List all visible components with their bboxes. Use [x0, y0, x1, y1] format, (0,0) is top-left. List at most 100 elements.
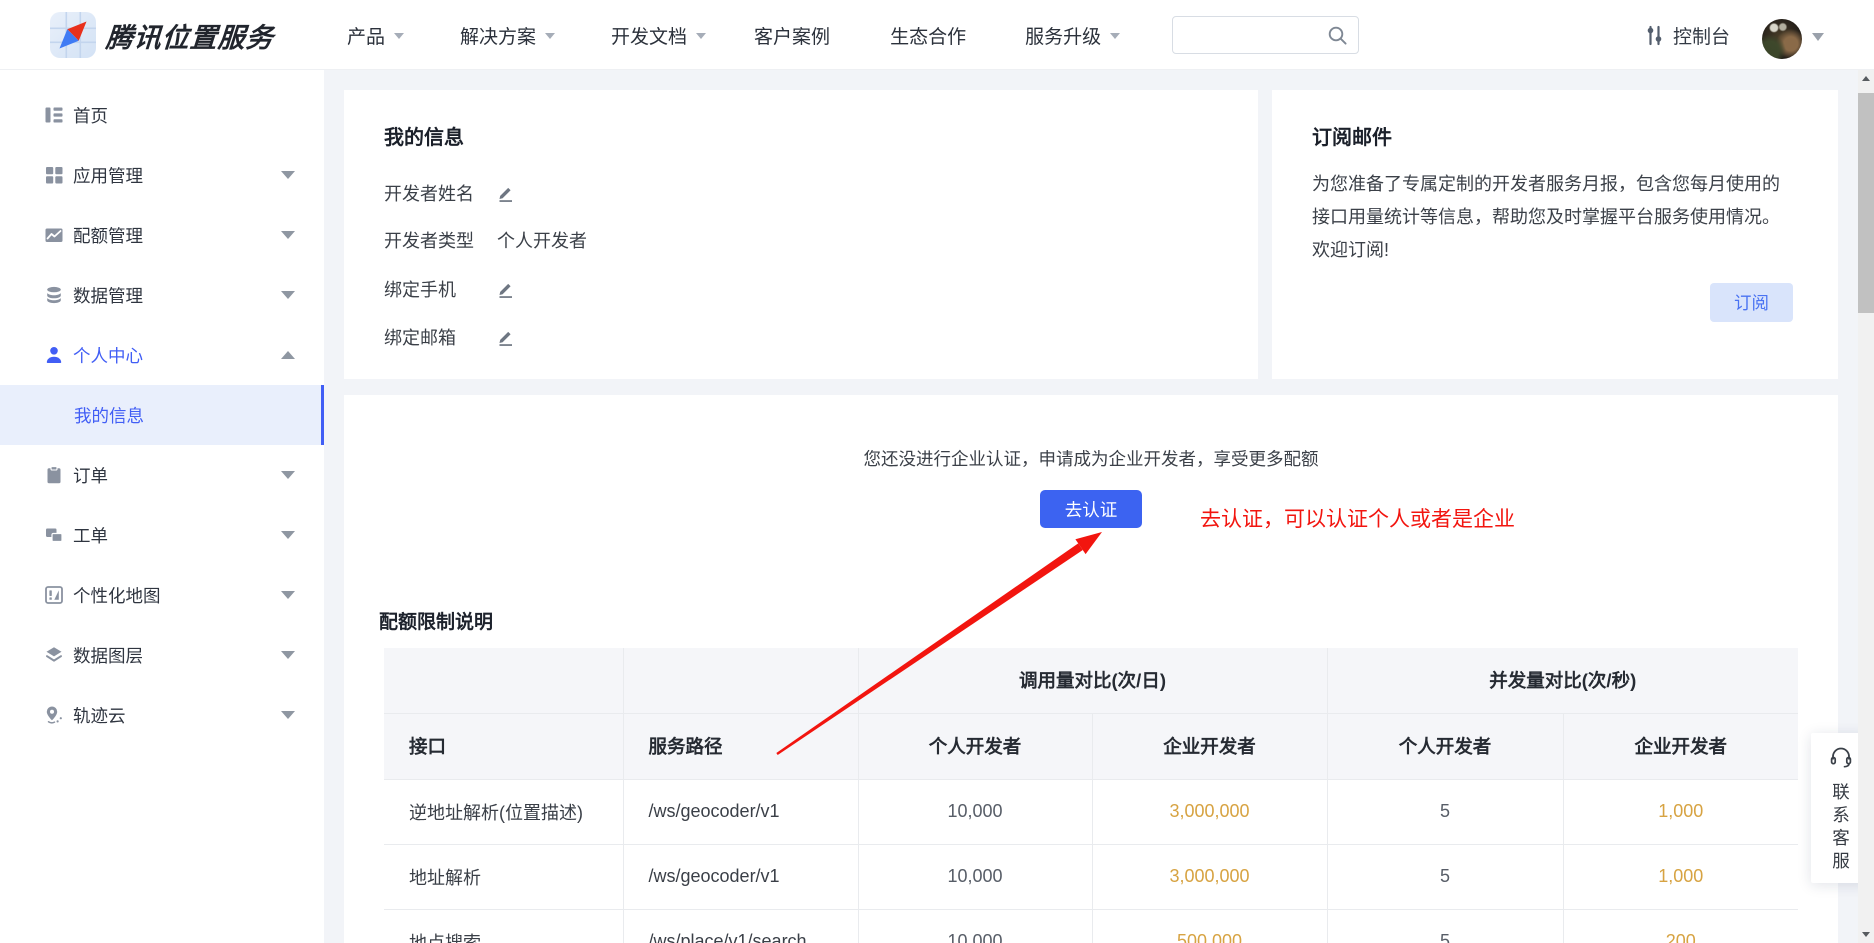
edit-pencil-icon[interactable]: [497, 184, 516, 203]
search-input[interactable]: [1183, 17, 1323, 53]
sidebar-item-app-management[interactable]: 应用管理: [0, 145, 324, 205]
main-content: 我的信息 开发者姓名 开发者类型 个人开发者 绑定手机: [324, 70, 1858, 943]
avatar-chevron-down-icon[interactable]: [1812, 33, 1824, 41]
table-cell: /ws/geocoder/v1: [623, 844, 858, 909]
track-pin-icon: [44, 705, 64, 725]
go-certify-button[interactable]: 去认证: [1040, 490, 1142, 528]
scrollbar-thumb[interactable]: [1858, 93, 1874, 313]
sidebar-subitem-my-info[interactable]: 我的信息: [0, 385, 324, 445]
column-header-personal-dev: 个人开发者: [1327, 713, 1563, 779]
column-header-personal-dev: 个人开发者: [858, 713, 1092, 779]
table-cell: 5: [1327, 844, 1563, 909]
certification-annotation: 去认证，可以认证个人或者是企业: [1200, 503, 1515, 533]
search-box: [1172, 16, 1359, 54]
quota-chart-icon: [44, 225, 64, 245]
chevron-up-icon: [281, 351, 295, 359]
table-cell: 地址解析: [384, 844, 623, 909]
profile-row-phone: 绑定手机: [384, 277, 516, 301]
field-label: 开发者姓名: [384, 180, 497, 206]
console-link[interactable]: 控制台: [1643, 0, 1730, 70]
sidebar-item-home[interactable]: 首页: [0, 85, 324, 145]
chevron-down-icon: [545, 33, 555, 39]
table-group-header-row: 调用量对比(次/日) 并发量对比(次/秒): [384, 648, 1798, 713]
chevron-down-icon: [281, 471, 295, 479]
layers-icon: [44, 645, 64, 665]
certification-notice: 您还没进行企业认证，申请成为企业开发者，享受更多配额: [344, 446, 1838, 471]
sidebar-item-data-layers[interactable]: 数据图层: [0, 625, 324, 685]
chevron-down-icon: [394, 33, 404, 39]
search-icon[interactable]: [1326, 24, 1349, 47]
logo[interactable]: 腾讯位置服务: [50, 12, 274, 58]
nav-item-ecosystem[interactable]: 生态合作: [890, 22, 966, 49]
scrollbar-up-arrow[interactable]: [1858, 70, 1874, 87]
scrollbar-down-arrow[interactable]: [1858, 926, 1874, 943]
profile-row-name: 开发者姓名: [384, 181, 516, 205]
table-cell: /ws/geocoder/v1: [623, 779, 858, 844]
custom-map-icon: [44, 585, 64, 605]
table-column-header-row: 接口 服务路径 个人开发者 企业开发者 个人开发者 企业开发者: [384, 713, 1798, 779]
subscribe-card-title: 订阅邮件: [1312, 121, 1392, 150]
chevron-down-icon: [281, 651, 295, 659]
order-clipboard-icon: [44, 465, 64, 485]
sidebar-item-tickets[interactable]: 工单: [0, 505, 324, 565]
table-cell: 10,000: [858, 844, 1092, 909]
chevron-down-icon: [281, 291, 295, 299]
subscribe-card: 订阅邮件 为您准备了专属定制的开发者服务月报，包含您每月使用的 接口用量统计等信…: [1272, 90, 1838, 379]
nav-item-cases[interactable]: 客户案例: [754, 22, 830, 49]
quota-section-title: 配额限制说明: [379, 607, 493, 634]
triangle-up-icon: [1862, 76, 1870, 81]
table-cell: 500,000: [1092, 909, 1327, 943]
empty-header-cell: [623, 648, 858, 713]
column-header-path: 服务路径: [623, 713, 858, 779]
edit-pencil-icon[interactable]: [497, 280, 516, 299]
nav-item-products[interactable]: 产品: [347, 22, 404, 49]
database-icon: [44, 285, 64, 305]
column-header-enterprise-dev: 企业开发者: [1092, 713, 1327, 779]
table-cell: 10,000: [858, 779, 1092, 844]
profile-row-type: 开发者类型 个人开发者: [384, 228, 587, 252]
sidebar-item-orders[interactable]: 订单: [0, 445, 324, 505]
profile-row-email: 绑定邮箱: [384, 325, 516, 349]
sidebar-item-custom-map[interactable]: 个性化地图: [0, 565, 324, 625]
compass-logo-icon: [50, 12, 96, 58]
profile-card: 我的信息 开发者姓名 开发者类型 个人开发者 绑定手机: [344, 90, 1258, 379]
headset-icon: [1828, 744, 1854, 770]
group-header-concurrency: 并发量对比(次/秒): [1327, 648, 1798, 713]
chevron-down-icon: [281, 711, 295, 719]
chevron-down-icon: [281, 231, 295, 239]
triangle-down-icon: [1862, 932, 1870, 937]
table-row: 地点搜索 /ws/place/v1/search 10,000 500,000 …: [384, 909, 1798, 943]
table-cell: 10,000: [858, 909, 1092, 943]
group-header-daily-calls: 调用量对比(次/日): [858, 648, 1327, 713]
sidebar-item-track-cloud[interactable]: 轨迹云: [0, 685, 324, 745]
logo-text: 腾讯位置服务: [105, 16, 276, 55]
avatar[interactable]: [1762, 19, 1802, 59]
cards-row: 我的信息 开发者姓名 开发者类型 个人开发者 绑定手机: [344, 90, 1838, 379]
sidebar-item-personal-center[interactable]: 个人中心: [0, 325, 324, 385]
home-icon: [44, 105, 64, 125]
table-row: 逆地址解析(位置描述) /ws/geocoder/v1 10,000 3,000…: [384, 779, 1798, 844]
sidebar: 首页 应用管理 配额管理 数据管理 个人中心: [0, 70, 324, 943]
nav-item-upgrade[interactable]: 服务升级: [1025, 22, 1120, 49]
table-cell: 逆地址解析(位置描述): [384, 779, 623, 844]
table-cell: 5: [1327, 779, 1563, 844]
console-label: 控制台: [1673, 22, 1730, 49]
edit-pencil-icon[interactable]: [497, 328, 516, 347]
table-row: 地址解析 /ws/geocoder/v1 10,000 3,000,000 5 …: [384, 844, 1798, 909]
subscribe-description: 为您准备了专属定制的开发者服务月报，包含您每月使用的 接口用量统计等信息，帮助您…: [1312, 168, 1802, 267]
user-icon: [44, 345, 64, 365]
top-nav: 产品 解决方案 开发文档 客户案例 生态合作 服务升级: [347, 0, 1176, 70]
nav-item-docs[interactable]: 开发文档: [611, 22, 706, 49]
ticket-icon: [44, 525, 64, 545]
sidebar-item-quota-management[interactable]: 配额管理: [0, 205, 324, 265]
table-cell: /ws/place/v1/search: [623, 909, 858, 943]
nav-item-solutions[interactable]: 解决方案: [460, 22, 555, 49]
field-label: 绑定邮箱: [384, 324, 497, 350]
chevron-down-icon: [696, 33, 706, 39]
page-scrollbar[interactable]: [1858, 70, 1874, 943]
table-cell: 200: [1563, 909, 1798, 943]
sidebar-item-data-management[interactable]: 数据管理: [0, 265, 324, 325]
subscribe-button[interactable]: 订阅: [1710, 283, 1793, 322]
top-header: 腾讯位置服务 产品 解决方案 开发文档 客户案例 生态合作 服务升级: [0, 0, 1874, 70]
chevron-down-icon: [281, 591, 295, 599]
